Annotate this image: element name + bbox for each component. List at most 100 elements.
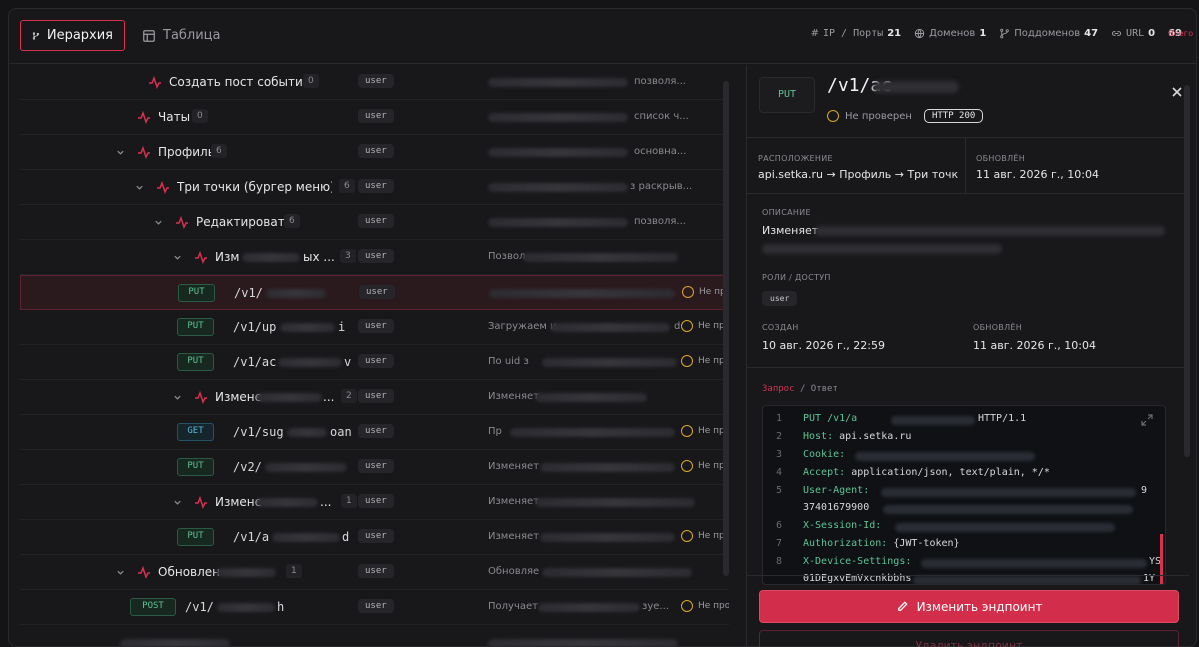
updated-value: 11 авг. 2026 г., 10:04 xyxy=(973,339,1096,352)
tree-row[interactable]: Редактировать 6 user позволя... xyxy=(20,205,729,240)
tree-row[interactable] xyxy=(20,625,729,646)
stat-domains-label: Доменов xyxy=(929,28,976,39)
chevron-down-icon[interactable] xyxy=(116,568,125,577)
code-line: 5 User-Agent: 9 xyxy=(763,485,1165,502)
role-badge: user xyxy=(359,285,395,299)
redacted-text xyxy=(488,218,628,227)
redacted-text xyxy=(280,323,335,332)
line-number: 5 xyxy=(775,485,783,496)
tree-row[interactable]: Три точки (бургер меню) в ... 6 user з р… xyxy=(20,170,729,205)
stat-total-label: Всего xyxy=(1168,29,1194,38)
redacted-text xyxy=(881,488,1136,497)
panel-scrollbar[interactable] xyxy=(1184,85,1190,457)
divider xyxy=(747,193,1187,194)
tree-row-name: Профиль xyxy=(158,145,215,159)
redacted-text xyxy=(488,78,628,87)
code-text: Cookie: xyxy=(803,449,845,460)
edit-endpoint-button[interactable]: Изменить эндпоинт xyxy=(759,590,1179,623)
chevron-down-icon[interactable] xyxy=(135,183,144,192)
tree-row[interactable]: PUT /v2/ user Изменяет Не пров xyxy=(20,450,729,485)
tree-row[interactable]: POST /v1/ h user Получает зуе... Не пров xyxy=(20,590,729,625)
code-text: X-Session-Id: xyxy=(803,520,881,531)
endpoint-path-end: d xyxy=(342,530,350,544)
pulse-icon xyxy=(195,391,207,404)
count-badge: 1 xyxy=(341,494,357,508)
stat-domains-value: 1 xyxy=(979,28,987,39)
stat-url-value: 0 xyxy=(1148,28,1156,39)
pending-icon xyxy=(681,460,693,472)
code-text: Authorization: {JWT-token} xyxy=(803,538,960,549)
link-icon xyxy=(1111,31,1122,36)
close-icon[interactable] xyxy=(1170,85,1184,99)
tree-row[interactable]: Обновлен 1 user Обновляе xyxy=(20,555,729,590)
code-text: Host: api.setka.ru xyxy=(803,431,911,442)
tab-request[interactable]: Запрос xyxy=(762,384,795,394)
tree-row[interactable]: PUT /v1/ac v user По uid з Не пров xyxy=(20,345,729,380)
delete-endpoint-button[interactable]: Удалить эндпоинт xyxy=(759,630,1179,647)
chevron-down-icon[interactable] xyxy=(173,498,182,507)
stat-domains[interactable]: Доменов 1 xyxy=(914,28,986,39)
code-value: 37401679900 xyxy=(803,502,870,513)
redacted-text xyxy=(278,358,342,367)
chevron-down-icon[interactable] xyxy=(173,253,182,262)
role-badge: user xyxy=(358,354,394,368)
tree-row-name: Чаты xyxy=(158,110,191,124)
chevron-down-icon[interactable] xyxy=(116,148,125,157)
role-badge: user xyxy=(358,319,394,333)
stat-subdomains[interactable]: Поддоменов 47 xyxy=(999,28,1098,39)
endpoint-path: /v2/ xyxy=(233,460,262,474)
pending-icon xyxy=(681,425,693,437)
tree-row[interactable]: Изм ых ... 3 user Позвол xyxy=(20,240,729,275)
detail-panel: PUT /v1/ac Не проверен HTTP 200 РАСПОЛОЖ… xyxy=(747,65,1196,646)
redacted-text xyxy=(217,603,275,612)
code-value: {JWT-token} xyxy=(893,538,960,549)
code-text: X-Device-Settings: xyxy=(803,556,911,567)
tab-hierarchy[interactable]: Иерархия xyxy=(20,20,125,51)
stat-ip[interactable]: # IP / Порты 21 xyxy=(811,28,902,39)
table-icon xyxy=(143,29,155,42)
tree-row-selected[interactable]: PUT /v1/ user Не пров xyxy=(20,275,729,310)
code-scrollbar[interactable] xyxy=(1160,534,1163,584)
endpoint-path: /v1/a xyxy=(233,530,270,544)
tree-row[interactable]: GET /v1/sug oan user Пр Не пров xyxy=(20,415,729,450)
redacted-text xyxy=(488,113,628,122)
code-value: api.setka.ru xyxy=(839,431,912,442)
pulse-icon xyxy=(138,566,150,579)
tree-row[interactable]: PUT /v1/up i user Загружаем и d Не пров xyxy=(20,310,729,345)
code-value: HTTP/1.1 xyxy=(978,413,1027,424)
tree-row-desc: Изменяет xyxy=(488,461,540,472)
tree-row[interactable]: Измене ... 1 user Изменяет xyxy=(20,485,729,520)
line-number: 3 xyxy=(775,449,783,460)
tab-separator: / xyxy=(799,384,811,394)
count-badge: 6 xyxy=(211,144,227,158)
created-label: СОЗДАН xyxy=(762,323,799,332)
stat-url[interactable]: URL 0 xyxy=(1111,28,1155,39)
chevron-down-icon[interactable] xyxy=(173,393,182,402)
line-number: 7 xyxy=(775,538,783,549)
tree-scrollbar[interactable] xyxy=(723,81,729,576)
pulse-icon xyxy=(149,76,161,89)
tree-row[interactable]: Создать пост событие 0 user позволя... xyxy=(20,65,729,100)
tree-row[interactable]: PUT /v1/a d user Изменяет Не пров xyxy=(20,520,729,555)
stat-total[interactable]: Всего 69 xyxy=(1168,28,1193,39)
created-value: 10 авг. 2026 г., 22:59 xyxy=(762,339,885,352)
tree-row[interactable]: Измене ... 2 user Изменяет xyxy=(20,380,729,415)
tree-row-name: Три точки (бургер меню) в ... xyxy=(177,180,332,194)
role-badge: user xyxy=(358,74,394,88)
chevron-down-icon[interactable] xyxy=(154,218,163,227)
role-badge: user xyxy=(358,494,394,508)
endpoint-path: /v1/ac xyxy=(233,355,277,369)
code-line: 8 X-Device-Settings: YS xyxy=(763,556,1165,573)
redacted-text xyxy=(913,576,1141,584)
request-code-block[interactable]: 1 PUT /v1/a HTTP/1.1 2 Host: api.setka.r… xyxy=(762,405,1166,585)
tab-response[interactable]: Ответ xyxy=(811,384,838,394)
method-badge: PUT xyxy=(177,458,214,476)
stat-ip-label: IP / Порты xyxy=(822,28,884,39)
tree-row-name: Редактировать xyxy=(196,215,292,229)
tree-row[interactable]: Чаты 0 user список ч... xyxy=(20,100,729,135)
tab-table[interactable]: Таблица xyxy=(131,20,232,51)
redacted-text xyxy=(873,81,959,93)
tree-row[interactable]: Профиль 6 user основна... xyxy=(20,135,729,170)
tab-hierarchy-label: Иерархия xyxy=(46,28,113,43)
divider xyxy=(747,137,1187,138)
